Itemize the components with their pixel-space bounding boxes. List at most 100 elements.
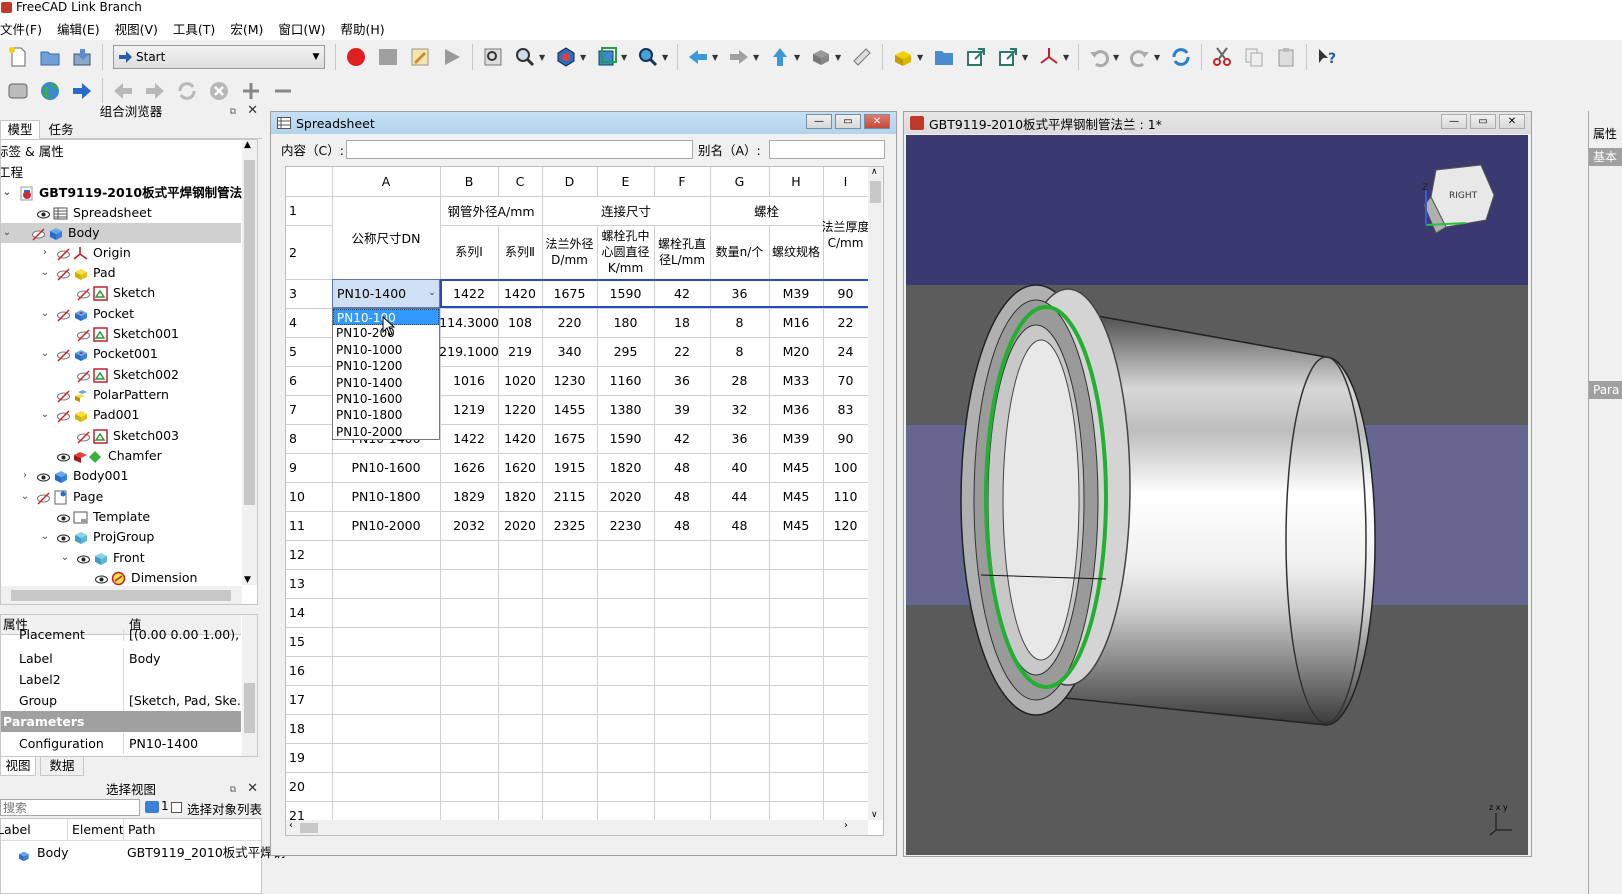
- maximize-icon[interactable]: ▭: [1470, 114, 1496, 129]
- data-cell[interactable]: 110: [823, 482, 868, 511]
- header-row2-B[interactable]: 系列Ⅰ: [440, 225, 498, 279]
- link-icon[interactable]: [963, 44, 989, 70]
- close-icon[interactable]: ✕: [1499, 114, 1525, 129]
- dropdown-option[interactable]: PN10-1800: [333, 407, 439, 423]
- tree-item-sketch003[interactable]: Sketch003: [77, 426, 179, 446]
- selection-search-input[interactable]: [0, 799, 140, 816]
- expand-icon[interactable]: ›: [19, 466, 31, 486]
- row-header[interactable]: 14: [286, 598, 332, 627]
- forward-arrow-icon[interactable]: [726, 44, 752, 70]
- property-row-label[interactable]: Label Body: [1, 648, 241, 669]
- data-cell[interactable]: 48: [654, 511, 710, 540]
- web-back-icon[interactable]: [110, 78, 136, 104]
- tree-item-pocket001[interactable]: ⌄ Pocket001: [39, 344, 158, 364]
- data-cell[interactable]: 2020: [498, 511, 542, 540]
- row-header[interactable]: 9: [286, 453, 332, 482]
- tree-item-body[interactable]: ⌄ Body: [1, 223, 241, 243]
- data-cell[interactable]: 1590: [597, 279, 654, 308]
- data-cell[interactable]: 1915: [542, 453, 597, 482]
- data-cell[interactable]: 48: [710, 511, 769, 540]
- data-cell[interactable]: 100: [823, 453, 868, 482]
- data-cell[interactable]: 1620: [498, 453, 542, 482]
- grid-horizontal-scrollbar[interactable]: ‹ ›: [286, 820, 868, 835]
- stop-macro-icon[interactable]: [375, 44, 401, 70]
- data-cell[interactable]: M16: [769, 308, 823, 337]
- close-icon[interactable]: ✕: [247, 780, 258, 798]
- data-cell[interactable]: 83: [823, 395, 868, 424]
- web-next-icon[interactable]: [142, 78, 168, 104]
- edit-macro-icon[interactable]: [407, 44, 433, 70]
- scrollbar-thumb[interactable]: [870, 181, 881, 203]
- data-cell[interactable]: 90: [823, 279, 868, 308]
- eye-hidden-icon[interactable]: [57, 308, 70, 322]
- create-group-icon[interactable]: [931, 44, 957, 70]
- data-cell[interactable]: 180: [597, 308, 654, 337]
- eye-icon[interactable]: [57, 450, 70, 463]
- data-cell[interactable]: M45: [769, 453, 823, 482]
- content-input[interactable]: [346, 140, 693, 159]
- scroll-up-icon[interactable]: ▲: [244, 140, 251, 150]
- row-header[interactable]: 6: [286, 366, 332, 395]
- tab-data[interactable]: 数据: [40, 757, 84, 776]
- data-cell[interactable]: 44: [710, 482, 769, 511]
- tree-item-front[interactable]: ⌄ Front: [59, 548, 145, 568]
- data-cell[interactable]: 70: [823, 366, 868, 395]
- column-header[interactable]: F: [654, 167, 710, 196]
- std-views-icon[interactable]: [635, 44, 661, 70]
- scrollbar-thumb[interactable]: [300, 823, 318, 833]
- tree-item-pocket[interactable]: ⌄ Pocket: [39, 304, 134, 324]
- data-cell[interactable]: 340: [542, 337, 597, 366]
- data-cell[interactable]: 42: [654, 279, 710, 308]
- data-cell[interactable]: 2325: [542, 511, 597, 540]
- globe-icon[interactable]: [37, 78, 63, 104]
- data-cell[interactable]: 8: [710, 337, 769, 366]
- data-cell[interactable]: 1820: [498, 482, 542, 511]
- eye-icon[interactable]: [95, 572, 108, 585]
- dropdown-option[interactable]: PN10-1600: [333, 391, 439, 407]
- data-cell[interactable]: 1422: [440, 279, 498, 308]
- row-header[interactable]: 8: [286, 424, 332, 453]
- tree-item-page[interactable]: ⌄ Page: [19, 487, 103, 507]
- dropdown-option[interactable]: PN10-1400: [333, 375, 439, 391]
- data-cell[interactable]: 1820: [597, 453, 654, 482]
- row-header[interactable]: 19: [286, 743, 332, 772]
- zoom-in-plus-icon[interactable]: [238, 78, 264, 104]
- eye-hidden-icon[interactable]: [57, 267, 70, 281]
- tree-item-pad[interactable]: ⌄ Pad: [39, 263, 116, 283]
- row-header[interactable]: 2: [286, 225, 332, 279]
- save-icon[interactable]: [69, 44, 95, 70]
- data-cell[interactable]: 24: [823, 337, 868, 366]
- tab-view[interactable]: 视图: [0, 757, 36, 776]
- data-cell[interactable]: 219: [498, 337, 542, 366]
- data-cell[interactable]: 36: [710, 424, 769, 453]
- data-cell[interactable]: 2115: [542, 482, 597, 511]
- tree-item-sketch002[interactable]: Sketch002: [77, 365, 179, 385]
- data-cell[interactable]: 36: [710, 279, 769, 308]
- merged-header-B[interactable]: 钢管外径A/mm: [440, 196, 542, 225]
- data-cell[interactable]: M39: [769, 279, 823, 308]
- property-group-parameters[interactable]: Parameters: [1, 711, 241, 732]
- expand-icon[interactable]: ⌄: [39, 344, 51, 364]
- expand-icon[interactable]: ⌄: [39, 405, 51, 425]
- data-cell[interactable]: 2032: [440, 511, 498, 540]
- data-cell[interactable]: 2020: [597, 482, 654, 511]
- zoom-out-minus-icon[interactable]: [270, 78, 296, 104]
- column-header[interactable]: I: [823, 167, 868, 196]
- undo-icon[interactable]: [1086, 44, 1112, 70]
- property-scrollbar[interactable]: [242, 615, 257, 756]
- data-cell[interactable]: 1829: [440, 482, 498, 511]
- data-cell[interactable]: 40: [710, 453, 769, 482]
- data-cell[interactable]: M39: [769, 424, 823, 453]
- eye-hidden-icon[interactable]: [57, 389, 70, 403]
- property-value[interactable]: PN10-1400: [124, 733, 241, 754]
- data-cell[interactable]: 48: [654, 453, 710, 482]
- eye-hidden-icon[interactable]: [77, 430, 90, 444]
- header-row2-D[interactable]: 法兰外径 D/mm: [542, 225, 597, 279]
- data-cell[interactable]: 36: [654, 366, 710, 395]
- data-cell[interactable]: 22: [823, 308, 868, 337]
- tree-item-body001[interactable]: › Body001: [19, 466, 128, 486]
- data-cell[interactable]: M45: [769, 511, 823, 540]
- merged-header-G[interactable]: 螺栓: [710, 196, 823, 225]
- row-header[interactable]: 21: [286, 801, 332, 820]
- refresh-icon[interactable]: [1168, 44, 1194, 70]
